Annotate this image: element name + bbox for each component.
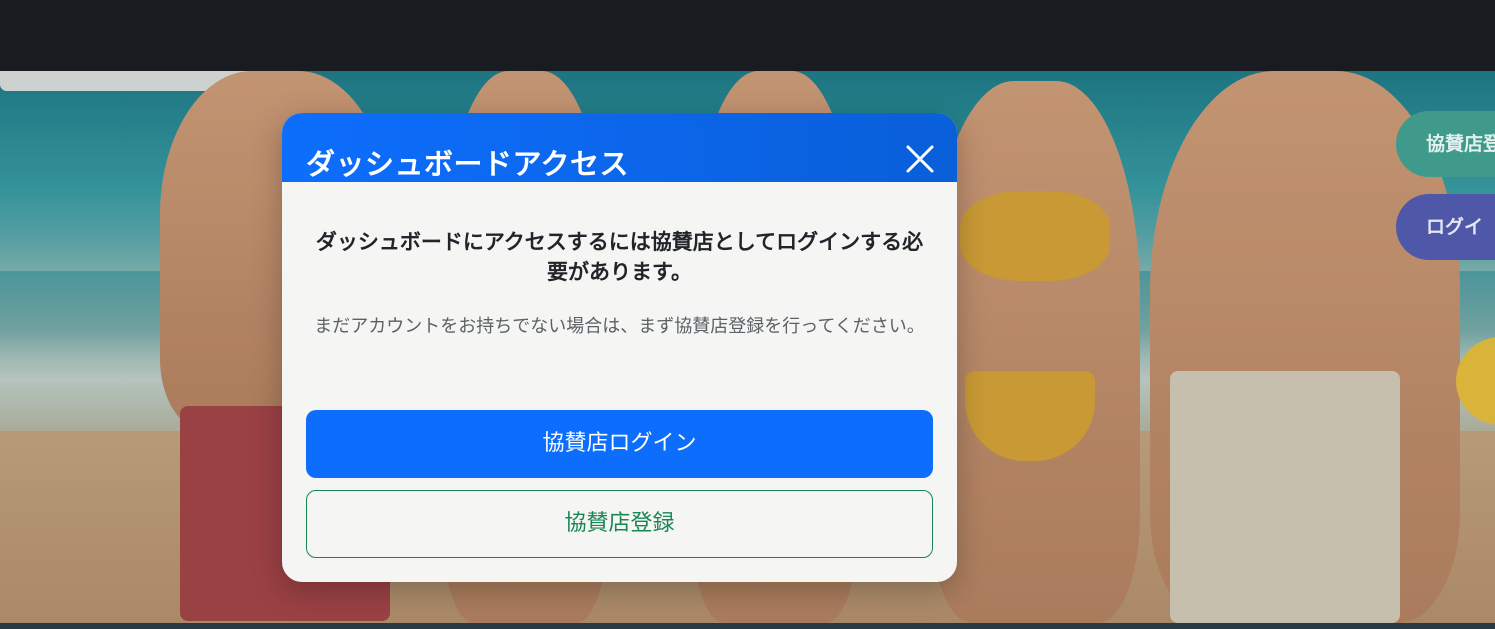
bottom-strip <box>0 623 1495 629</box>
side-login-button[interactable]: ログイ <box>1396 194 1495 260</box>
dashboard-access-modal: ダッシュボードアクセス ダッシュボードにアクセスするには協賛店としてログインする… <box>282 113 957 582</box>
top-bar <box>0 0 1495 71</box>
modal-lead-text: ダッシュボードにアクセスするには協賛店としてログインする必要があります。 <box>315 230 924 284</box>
modal-sub-text: まだアカウントをお持ちでない場合は、まず協賛店登録を行ってください。 <box>314 316 925 337</box>
close-icon[interactable] <box>900 141 940 181</box>
sponsor-login-button[interactable]: 協賛店ログイン <box>306 410 933 478</box>
sponsor-register-button[interactable]: 協賛店登録 <box>306 490 933 558</box>
side-register-button[interactable]: 協賛店登 <box>1396 111 1495 177</box>
modal-body: ダッシュボードにアクセスするには協賛店としてログインする必要があります。 まだア… <box>282 182 957 582</box>
modal-title: ダッシュボードアクセス <box>306 147 630 181</box>
modal-header: ダッシュボードアクセス <box>282 113 957 182</box>
